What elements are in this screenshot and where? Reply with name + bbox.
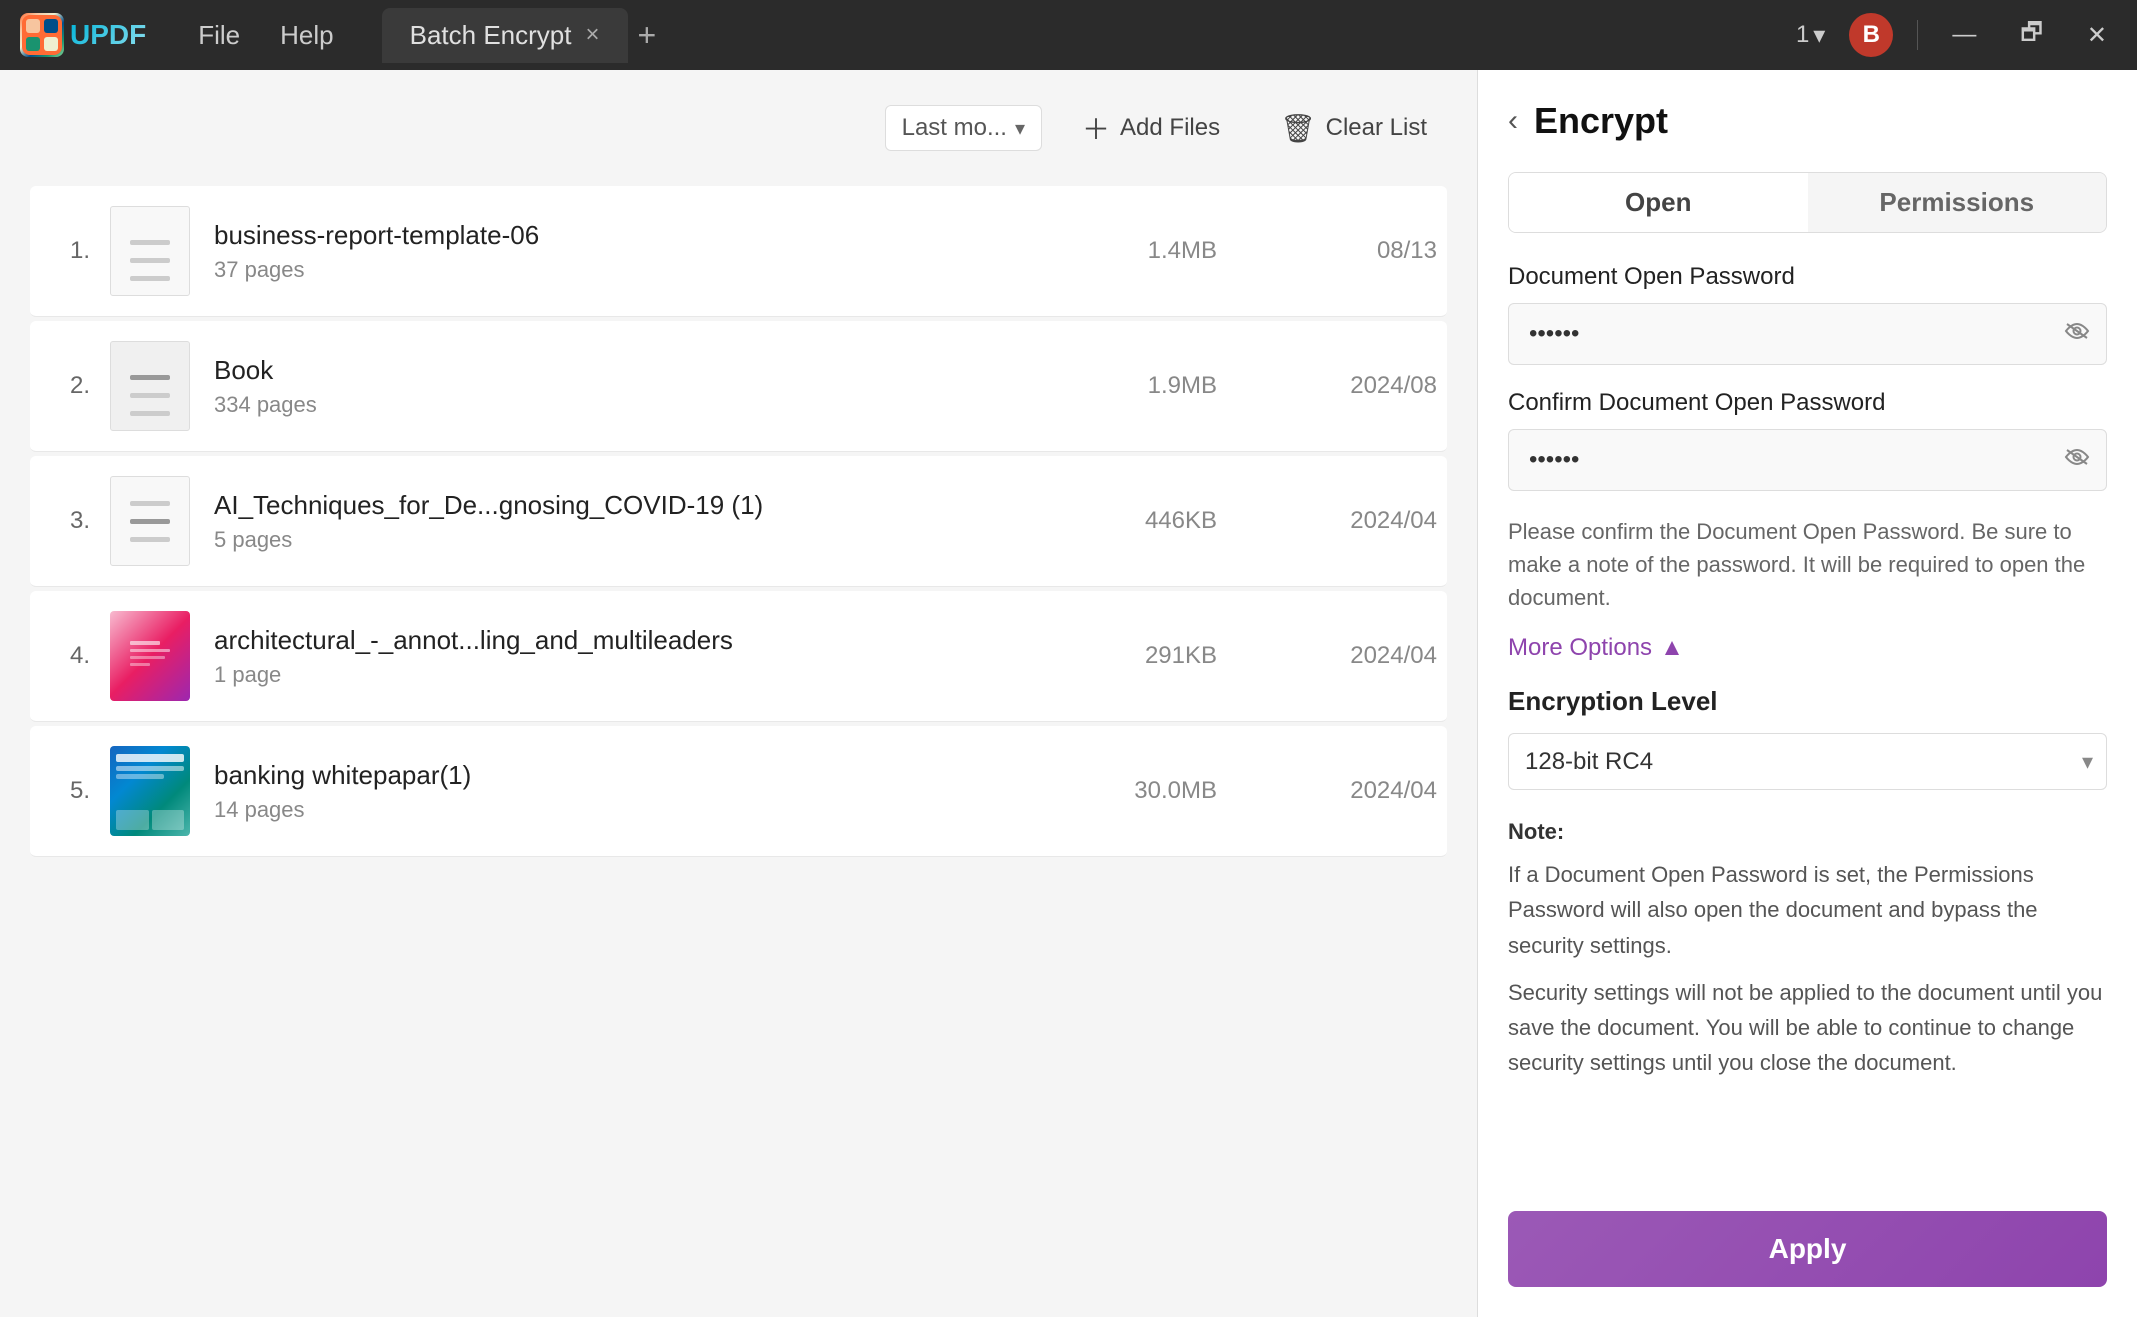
file-info: Book 334 pages: [214, 355, 1057, 418]
trash-icon: 🗑: [1280, 112, 1316, 145]
tab-title: Batch Encrypt: [410, 20, 572, 51]
table-row: 3. AI_Techniques_for_De...gnosing_COVID-…: [30, 456, 1447, 587]
file-info: business-report-template-06 37 pages: [214, 220, 1057, 283]
doc-password-field: [1508, 303, 2107, 365]
table-row: 4. architectural_-_annot...ling_and_mult…: [30, 591, 1447, 722]
more-options-label: More Options: [1508, 634, 1652, 662]
clear-list-label: Clear List: [1326, 114, 1427, 142]
confirm-password-field: [1508, 429, 2107, 491]
file-info: AI_Techniques_for_De...gnosing_COVID-19 …: [214, 490, 1057, 553]
file-info: banking whitepapar(1) 14 pages: [214, 760, 1057, 823]
file-info: architectural_-_annot...ling_and_multile…: [214, 625, 1057, 688]
file-list: 1. business-report-template-06 37 pages …: [30, 186, 1447, 1297]
tab-bar: Batch Encrypt × +: [382, 8, 1780, 63]
tab-close-btn[interactable]: ×: [585, 21, 599, 49]
clear-list-button[interactable]: 🗑 Clear List: [1260, 104, 1447, 153]
back-button[interactable]: ‹: [1508, 104, 1518, 138]
file-number: 2.: [40, 372, 90, 400]
file-pages: 1 page: [214, 662, 1057, 688]
file-name: AI_Techniques_for_De...gnosing_COVID-19 …: [214, 490, 1057, 521]
titlebar: UPDF File Help Batch Encrypt × + 1 ▾ B —…: [0, 0, 2137, 70]
file-date: 08/13: [1277, 237, 1437, 265]
apply-button[interactable]: Apply: [1508, 1211, 2107, 1287]
file-pages: 5 pages: [214, 527, 1057, 553]
confirm-eye-icon[interactable]: [2063, 446, 2091, 474]
add-icon: ＋: [1082, 108, 1110, 148]
file-number: 4.: [40, 642, 90, 670]
menu-file[interactable]: File: [182, 14, 256, 57]
doc-password-label: Document Open Password: [1508, 263, 2107, 291]
confirm-password-label: Confirm Document Open Password: [1508, 389, 2107, 417]
file-thumbnail: [110, 341, 190, 431]
file-area: Last mo... ▾ ＋ Add Files 🗑 Clear List 1.: [0, 70, 1477, 1317]
menu-bar: File Help: [182, 14, 349, 57]
add-files-label: Add Files: [1120, 114, 1220, 142]
table-row: 2. Book 334 pages 1.9MB 2024/08: [30, 321, 1447, 452]
menu-help[interactable]: Help: [264, 14, 349, 57]
more-options-icon: ▲: [1660, 634, 1684, 662]
more-options-toggle[interactable]: More Options ▲: [1508, 634, 2107, 662]
tab-permissions[interactable]: Permissions: [1808, 173, 2107, 232]
logo-icon: [20, 13, 64, 57]
sort-dropdown[interactable]: Last mo... ▾: [885, 105, 1042, 151]
file-name: business-report-template-06: [214, 220, 1057, 251]
file-date: 2024/04: [1277, 642, 1437, 670]
minimize-btn[interactable]: —: [1942, 17, 1986, 53]
titlebar-right: 1 ▾ B — 🗗 ✕: [1796, 11, 2117, 60]
file-date: 2024/04: [1277, 777, 1437, 805]
file-pages: 14 pages: [214, 797, 1057, 823]
app-name: UPDF: [70, 19, 146, 51]
file-size: 1.9MB: [1057, 372, 1217, 400]
panel-title: Encrypt: [1534, 100, 1668, 142]
file-name: banking whitepapar(1): [214, 760, 1057, 791]
tab-switcher: Open Permissions: [1508, 172, 2107, 233]
encryption-level-label: Encryption Level: [1508, 686, 2107, 717]
panel-header: ‹ Encrypt: [1508, 100, 2107, 142]
file-size: 1.4MB: [1057, 237, 1217, 265]
file-pages: 37 pages: [214, 257, 1057, 283]
main-content: Last mo... ▾ ＋ Add Files 🗑 Clear List 1.: [0, 70, 2137, 1317]
encryption-level-wrapper: 128-bit RC4 256-bit AES 128-bit AES ▾: [1508, 733, 2107, 790]
new-tab-btn[interactable]: +: [638, 17, 657, 54]
note-section: Note: If a Document Open Password is set…: [1508, 814, 2107, 1092]
file-number: 3.: [40, 507, 90, 535]
sort-label: Last mo...: [902, 114, 1007, 142]
confirm-password-input[interactable]: [1508, 429, 2107, 491]
batch-encrypt-tab[interactable]: Batch Encrypt ×: [382, 8, 628, 63]
encryption-level-select[interactable]: 128-bit RC4 256-bit AES 128-bit AES: [1508, 733, 2107, 790]
note-title: Note:: [1508, 814, 2107, 849]
doc-password-input[interactable]: [1508, 303, 2107, 365]
tab-open[interactable]: Open: [1509, 173, 1808, 232]
add-files-button[interactable]: ＋ Add Files: [1062, 100, 1240, 156]
file-date: 2024/04: [1277, 507, 1437, 535]
note-text-2: Security settings will not be applied to…: [1508, 975, 2107, 1081]
file-thumbnail: [110, 746, 190, 836]
file-date: 2024/08: [1277, 372, 1437, 400]
file-size: 291KB: [1057, 642, 1217, 670]
file-thumbnail: [110, 476, 190, 566]
file-name: architectural_-_annot...ling_and_multile…: [214, 625, 1057, 656]
separator: [1917, 20, 1918, 50]
table-row: 5. banking whitepapar(1) 14 pages: [30, 726, 1447, 857]
close-btn[interactable]: ✕: [2077, 17, 2117, 54]
eye-icon[interactable]: [2063, 320, 2091, 348]
file-number: 1.: [40, 237, 90, 265]
user-avatar[interactable]: B: [1849, 13, 1893, 57]
sort-chevron-icon: ▾: [1015, 116, 1025, 141]
table-row: 1. business-report-template-06 37 pages …: [30, 186, 1447, 317]
password-hint: Please confirm the Document Open Passwor…: [1508, 515, 2107, 614]
app-logo: UPDF: [20, 13, 146, 57]
file-name: Book: [214, 355, 1057, 386]
maximize-btn[interactable]: 🗗: [2010, 11, 2053, 60]
file-thumbnail: [110, 611, 190, 701]
file-pages: 334 pages: [214, 392, 1057, 418]
file-toolbar: Last mo... ▾ ＋ Add Files 🗑 Clear List: [30, 90, 1447, 166]
version-badge: 1 ▾: [1796, 21, 1825, 50]
file-number: 5.: [40, 777, 90, 805]
file-thumbnail: [110, 206, 190, 296]
note-text-1: If a Document Open Password is set, the …: [1508, 857, 2107, 963]
file-size: 30.0MB: [1057, 777, 1217, 805]
right-panel: ‹ Encrypt Open Permissions Document Open…: [1477, 70, 2137, 1317]
file-size: 446KB: [1057, 507, 1217, 535]
